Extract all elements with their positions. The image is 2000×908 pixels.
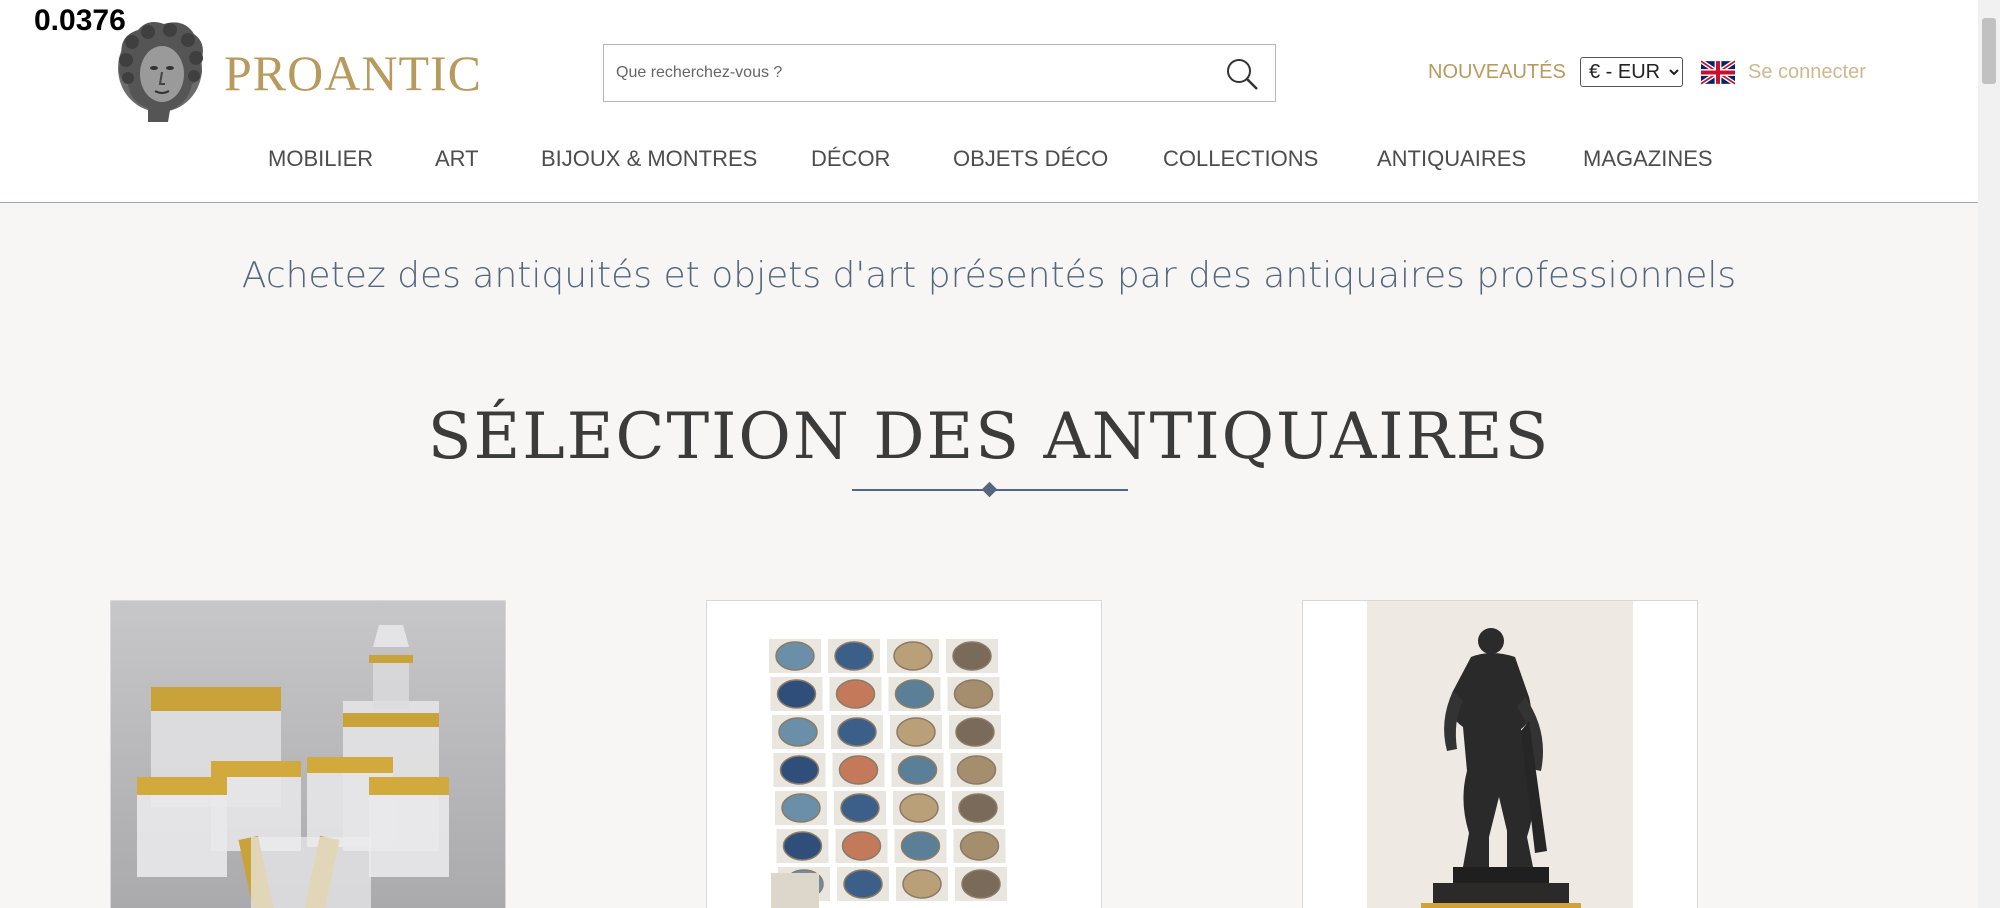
plates-image — [707, 601, 1101, 908]
uk-flag-icon[interactable] — [1701, 60, 1735, 85]
plate — [841, 831, 882, 861]
plate — [779, 755, 820, 785]
product-card-plates[interactable] — [706, 600, 1102, 908]
glassware-image — [111, 601, 505, 908]
main-nav: MOBILIER ART BIJOUX & MONTRES DÉCOR OBJE… — [0, 146, 1978, 182]
nav-item-mobilier[interactable]: MOBILIER — [268, 146, 373, 172]
nav-item-bijoux-montres[interactable]: BIJOUX & MONTRES — [541, 146, 757, 172]
scrollbar[interactable] — [1978, 0, 2000, 908]
plate — [840, 793, 880, 823]
currency-select[interactable]: € - EUR — [1580, 57, 1683, 87]
plate — [902, 869, 942, 899]
nav-item-art[interactable]: ART — [435, 146, 479, 172]
plate — [838, 755, 879, 785]
nav-item-objets-deco[interactable]: OBJETS DÉCO — [953, 146, 1108, 172]
section-title: SÉLECTION DES ANTIQUAIRES — [427, 400, 1551, 474]
plate — [834, 641, 874, 671]
login-link[interactable]: Se connecter — [1748, 61, 1866, 84]
plate — [897, 755, 938, 785]
plate — [781, 793, 821, 823]
plate — [843, 869, 883, 899]
plate — [776, 679, 817, 709]
plate — [778, 717, 818, 747]
plate — [782, 831, 823, 861]
nav-item-collections[interactable]: COLLECTIONS — [1163, 146, 1318, 172]
site-header: PROANTIC NOUVEAUTÉS € - EUR Se connecter… — [0, 0, 1978, 203]
page-tagline: Achetez des antiquités et objets d'art p… — [241, 255, 1737, 296]
new-arrivals-link[interactable]: NOUVEAUTÉS — [1428, 61, 1566, 84]
search-icon[interactable] — [1225, 57, 1259, 91]
plate — [899, 793, 939, 823]
logo-text[interactable]: PROANTIC — [224, 44, 482, 102]
product-card-statue[interactable] — [1302, 600, 1698, 908]
plate — [958, 793, 998, 823]
score-overlay: 0.0376 — [34, 4, 126, 37]
nav-item-decor[interactable]: DÉCOR — [811, 146, 890, 172]
search-box — [603, 44, 1276, 102]
statue-image — [1303, 601, 1697, 908]
plate-card — [771, 873, 819, 908]
plate — [953, 679, 994, 709]
nav-item-antiquaires[interactable]: ANTIQUAIRES — [1377, 146, 1526, 172]
plate — [955, 717, 995, 747]
scrollbar-thumb[interactable] — [1982, 18, 1996, 84]
plate — [896, 717, 936, 747]
search-input[interactable] — [616, 45, 1206, 101]
nav-item-magazines[interactable]: MAGAZINES — [1583, 146, 1713, 172]
plate — [837, 717, 877, 747]
plate — [894, 679, 935, 709]
title-diamond-icon — [981, 481, 998, 498]
plate — [961, 869, 1001, 899]
plate — [775, 641, 815, 671]
product-card-glassware[interactable] — [110, 600, 506, 908]
plate — [956, 755, 997, 785]
plate — [952, 641, 992, 671]
plate — [959, 831, 1000, 861]
plate — [835, 679, 876, 709]
plate — [900, 831, 941, 861]
plate — [893, 641, 933, 671]
